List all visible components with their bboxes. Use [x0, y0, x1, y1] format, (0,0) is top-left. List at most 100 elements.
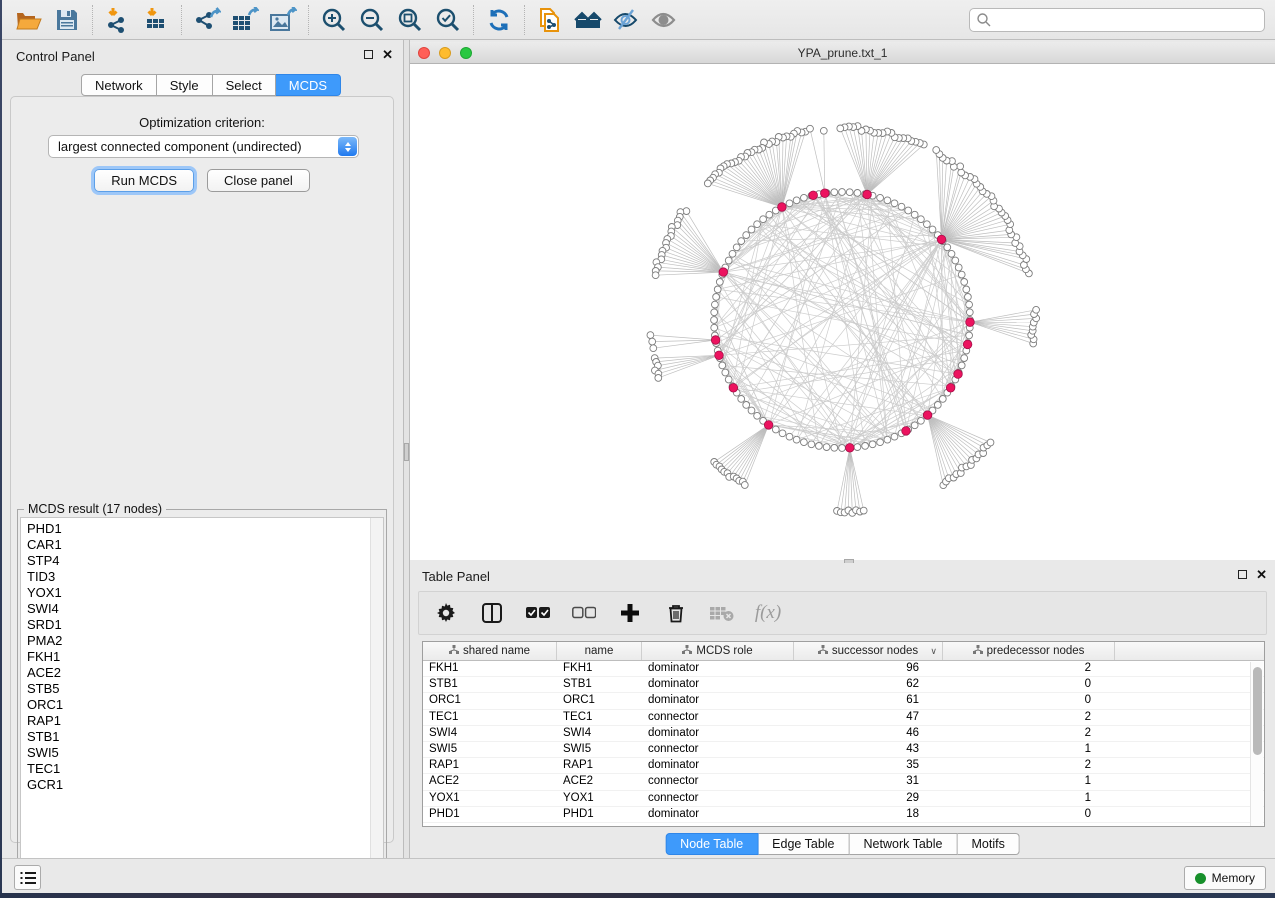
cell-MCDS-role[interactable]: dominator — [642, 758, 794, 773]
result-item[interactable]: CAR1 — [21, 537, 383, 553]
cell-MCDS-role[interactable]: connector — [642, 774, 794, 789]
float-table-panel-icon[interactable] — [1238, 570, 1247, 579]
column-header-successor-nodes[interactable]: successor nodes∨ — [794, 642, 943, 660]
result-item[interactable]: PHD1 — [21, 518, 383, 537]
cell-shared-name[interactable]: ACE2 — [423, 774, 557, 789]
cell-name[interactable]: SWI5 — [557, 742, 642, 757]
cell-predecessor-nodes[interactable]: 1 — [943, 774, 1115, 789]
result-item[interactable]: SWI5 — [21, 745, 383, 761]
cell-shared-name[interactable]: YOX1 — [423, 791, 557, 806]
cell-MCDS-role[interactable]: dominator — [642, 807, 794, 822]
cell-shared-name[interactable]: ORC1 — [423, 693, 557, 708]
network-canvas[interactable] — [410, 64, 1275, 560]
cell-predecessor-nodes[interactable]: 2 — [943, 661, 1115, 676]
cell-predecessor-nodes[interactable]: 0 — [943, 677, 1115, 692]
column-layout-icon[interactable] — [479, 600, 505, 626]
export-network-icon[interactable] — [188, 3, 226, 37]
cell-shared-name[interactable]: FKH1 — [423, 661, 557, 676]
tab-node-table[interactable]: Node Table — [665, 833, 758, 855]
tab-edge-table[interactable]: Edge Table — [758, 833, 849, 855]
export-table-icon[interactable] — [226, 3, 264, 37]
search-input[interactable] — [992, 10, 1264, 30]
result-item[interactable]: PMA2 — [21, 633, 383, 649]
close-panel-icon[interactable]: ✕ — [382, 50, 393, 59]
cell-predecessor-nodes[interactable]: 1 — [943, 791, 1115, 806]
result-item[interactable]: SWI4 — [21, 601, 383, 617]
tab-motifs[interactable]: Motifs — [957, 833, 1019, 855]
delete-table-icon[interactable] — [709, 600, 735, 626]
cell-successor-nodes[interactable]: 47 — [794, 710, 943, 725]
vertical-splitter[interactable] — [403, 40, 410, 858]
cell-successor-nodes[interactable]: 62 — [794, 677, 943, 692]
run-mcds-button[interactable]: Run MCDS — [94, 169, 194, 192]
select-all-columns-icon[interactable] — [525, 600, 551, 626]
tab-select[interactable]: Select — [213, 74, 276, 96]
cell-shared-name[interactable]: PHD1 — [423, 807, 557, 822]
import-table-icon[interactable] — [137, 3, 175, 37]
cell-name[interactable]: YOX1 — [557, 791, 642, 806]
search-box[interactable] — [969, 8, 1265, 32]
column-header-MCDS-role[interactable]: MCDS role — [642, 642, 794, 660]
mcds-result-list[interactable]: PHD1CAR1STP4TID3YOX1SWI4SRD1PMA2FKH1ACE2… — [20, 517, 384, 875]
table-row[interactable]: PHD1PHD1dominator180 — [423, 807, 1264, 823]
cell-predecessor-nodes[interactable]: 2 — [943, 758, 1115, 773]
tab-network-table[interactable]: Network Table — [850, 833, 958, 855]
close-panel-button[interactable]: Close panel — [207, 169, 310, 192]
cell-shared-name[interactable]: TEC1 — [423, 710, 557, 725]
zoom-out-icon[interactable] — [353, 3, 391, 37]
cell-shared-name[interactable]: RAP1 — [423, 758, 557, 773]
cell-successor-nodes[interactable]: 96 — [794, 661, 943, 676]
table-scrollbar[interactable] — [1250, 662, 1263, 826]
cell-shared-name[interactable]: SWI4 — [423, 726, 557, 741]
table-row[interactable]: ORC1ORC1dominator610 — [423, 693, 1264, 709]
cell-name[interactable]: FKH1 — [557, 661, 642, 676]
cell-MCDS-role[interactable]: dominator — [642, 677, 794, 692]
column-header-name[interactable]: name — [557, 642, 642, 660]
result-item[interactable]: TID3 — [21, 569, 383, 585]
cell-name[interactable]: PHD1 — [557, 807, 642, 822]
settings-gear-icon[interactable] — [433, 600, 459, 626]
result-item[interactable]: RAP1 — [21, 713, 383, 729]
zoom-fit-icon[interactable] — [391, 3, 429, 37]
cell-shared-name[interactable]: STB1 — [423, 677, 557, 692]
table-row[interactable]: SWI5SWI5connector431 — [423, 742, 1264, 758]
save-icon[interactable] — [48, 3, 86, 37]
cell-name[interactable]: TEC1 — [557, 710, 642, 725]
delete-column-icon[interactable] — [663, 600, 689, 626]
cell-predecessor-nodes[interactable]: 2 — [943, 726, 1115, 741]
table-row[interactable]: FKH1FKH1dominator962 — [423, 661, 1264, 677]
cell-MCDS-role[interactable]: dominator — [642, 661, 794, 676]
cell-successor-nodes[interactable]: 46 — [794, 726, 943, 741]
result-item[interactable]: ACE2 — [21, 665, 383, 681]
zoom-in-icon[interactable] — [315, 3, 353, 37]
column-header-predecessor-nodes[interactable]: predecessor nodes — [943, 642, 1115, 660]
tab-style[interactable]: Style — [157, 74, 213, 96]
open-file-icon[interactable] — [10, 3, 48, 37]
cell-successor-nodes[interactable]: 18 — [794, 807, 943, 822]
cell-successor-nodes[interactable]: 29 — [794, 791, 943, 806]
cell-predecessor-nodes[interactable]: 0 — [943, 693, 1115, 708]
table-row[interactable]: ACE2ACE2connector311 — [423, 774, 1264, 790]
add-column-icon[interactable] — [617, 600, 643, 626]
cell-successor-nodes[interactable]: 35 — [794, 758, 943, 773]
result-item[interactable]: STP4 — [21, 553, 383, 569]
result-item[interactable]: TEC1 — [21, 761, 383, 777]
column-header-shared-name[interactable]: shared name — [423, 642, 557, 660]
hide-selected-icon[interactable] — [607, 3, 645, 37]
clone-network-icon[interactable] — [531, 3, 569, 37]
cell-predecessor-nodes[interactable]: 1 — [943, 742, 1115, 757]
cell-name[interactable]: ACE2 — [557, 774, 642, 789]
table-row[interactable]: STB1STB1dominator620 — [423, 677, 1264, 693]
zoom-selected-icon[interactable] — [429, 3, 467, 37]
cell-successor-nodes[interactable]: 61 — [794, 693, 943, 708]
result-item[interactable]: GCR1 — [21, 777, 383, 793]
cell-successor-nodes[interactable]: 43 — [794, 742, 943, 757]
cell-MCDS-role[interactable]: connector — [642, 791, 794, 806]
cell-name[interactable]: SWI4 — [557, 726, 642, 741]
function-builder-icon[interactable]: f(x) — [755, 600, 781, 626]
result-item[interactable]: ORC1 — [21, 697, 383, 713]
minimize-window-icon[interactable] — [439, 47, 451, 59]
network-window-titlebar[interactable]: YPA_prune.txt_1 — [410, 42, 1275, 64]
close-table-panel-icon[interactable]: ✕ — [1256, 570, 1267, 579]
optimization-select[interactable]: largest connected component (undirected) — [48, 135, 359, 158]
